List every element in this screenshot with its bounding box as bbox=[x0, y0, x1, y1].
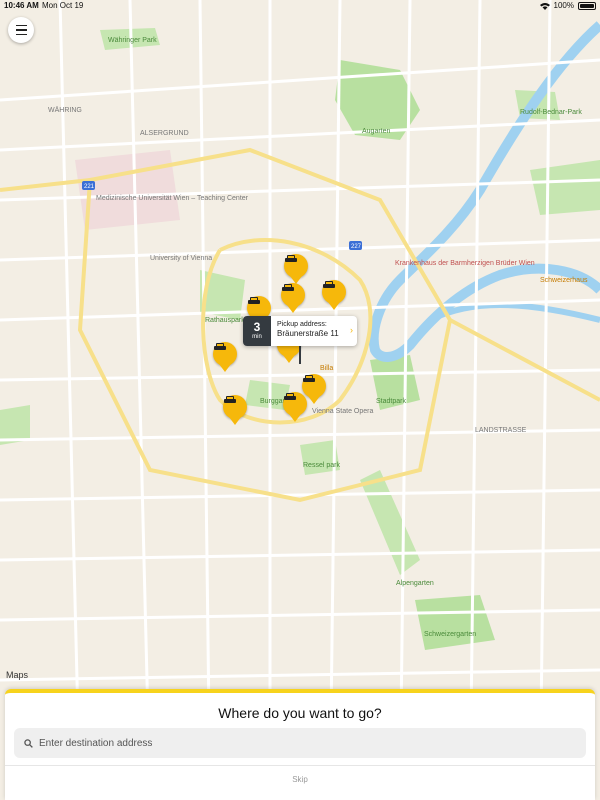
map-view[interactable]: WÄHRING ALSERGRUND Augarten Rudolf-Bedna… bbox=[0, 0, 600, 800]
status-date: Mon Oct 19 bbox=[42, 1, 84, 10]
route-227-label: 227 bbox=[351, 244, 362, 250]
destination-search[interactable] bbox=[14, 728, 586, 758]
car-icon bbox=[224, 396, 236, 403]
taxi-pin[interactable] bbox=[322, 280, 346, 310]
pickup-callout[interactable]: 3 min Pickup address: Bräunerstraße 11 › bbox=[243, 316, 357, 346]
pickup-address: Bräunerstraße 11 bbox=[277, 329, 339, 338]
menu-icon-line bbox=[15, 29, 27, 31]
label-schweizergarten: Schweizergarten bbox=[424, 631, 476, 638]
sheet-title: Where do you want to go? bbox=[218, 705, 382, 721]
label-landstrasse: LANDSTRASSE bbox=[475, 427, 527, 434]
label-stadtpark: Stadtpark bbox=[376, 398, 406, 405]
destination-sheet: Where do you want to go? Skip bbox=[5, 689, 595, 800]
menu-icon bbox=[15, 24, 27, 27]
car-icon bbox=[282, 284, 294, 291]
label-billa: Billa bbox=[320, 365, 333, 372]
menu-button[interactable] bbox=[8, 17, 34, 43]
search-icon bbox=[24, 738, 33, 748]
label-rudolf: Rudolf-Bednar-Park bbox=[520, 109, 582, 116]
wien-river bbox=[428, 302, 600, 323]
battery-percent: 100% bbox=[553, 1, 574, 10]
label-schweizerhaus: Schweizerhaus bbox=[540, 277, 588, 284]
taxi-pin[interactable] bbox=[283, 392, 307, 422]
car-icon bbox=[248, 297, 260, 304]
label-rathauspark: Rathauspark bbox=[205, 317, 245, 324]
label-augarten: Augarten bbox=[362, 128, 391, 135]
sheet-divider bbox=[5, 765, 595, 766]
park-east bbox=[530, 160, 600, 215]
taxi-pin[interactable] bbox=[213, 342, 237, 372]
menu-icon-line bbox=[15, 33, 27, 36]
status-bar: 10:46 AM Mon Oct 19 100% bbox=[0, 0, 600, 12]
label-state-opera: Vienna State Opera bbox=[312, 408, 373, 415]
label-alpengarten: Alpengarten bbox=[396, 580, 434, 587]
car-icon bbox=[323, 281, 335, 288]
status-right: 100% bbox=[539, 1, 596, 10]
maps-attribution-text: Maps bbox=[6, 670, 29, 680]
status-time: 10:46 AM bbox=[4, 1, 39, 10]
car-icon bbox=[284, 393, 296, 400]
label-alsergrund: ALSERGRUND bbox=[140, 130, 189, 137]
label-wahring: WÄHRING bbox=[48, 106, 82, 114]
pickup-needle bbox=[299, 346, 301, 364]
park-alpengarten bbox=[360, 470, 420, 575]
chevron-right-icon[interactable]: › bbox=[350, 325, 353, 335]
car-icon bbox=[303, 375, 315, 382]
label-krankenhaus: Krankenhaus der Barmherzigen Brüder Wien bbox=[395, 260, 535, 267]
taxi-pin[interactable] bbox=[281, 283, 305, 313]
taxi-pin[interactable] bbox=[223, 395, 247, 425]
label-rosselpark: Ressel park bbox=[303, 462, 340, 469]
route-221-label: 221 bbox=[84, 184, 95, 190]
eta-unit: min bbox=[252, 334, 262, 340]
label-wahringer-park: Währinger Park bbox=[108, 37, 157, 44]
maps-attribution[interactable]: Maps bbox=[6, 670, 28, 680]
park-schweizergarten bbox=[415, 595, 495, 650]
battery-icon bbox=[578, 1, 596, 10]
eta-value: 3 bbox=[253, 320, 261, 334]
eta-badge: 3 min bbox=[243, 316, 271, 346]
taxi-pin[interactable] bbox=[284, 254, 308, 284]
pickup-label: Pickup address: bbox=[277, 321, 327, 328]
car-icon bbox=[285, 255, 297, 262]
pickup-text: Pickup address: Bräunerstraße 11 bbox=[271, 316, 339, 346]
destination-input[interactable] bbox=[39, 737, 559, 749]
skip-button[interactable]: Skip bbox=[5, 775, 595, 784]
wifi-icon bbox=[539, 2, 550, 10]
label-uni-vienna: University of Vienna bbox=[150, 255, 212, 262]
car-icon bbox=[214, 343, 226, 350]
label-medical-uni: Medizinische Universität Wien – Teaching… bbox=[96, 195, 249, 202]
